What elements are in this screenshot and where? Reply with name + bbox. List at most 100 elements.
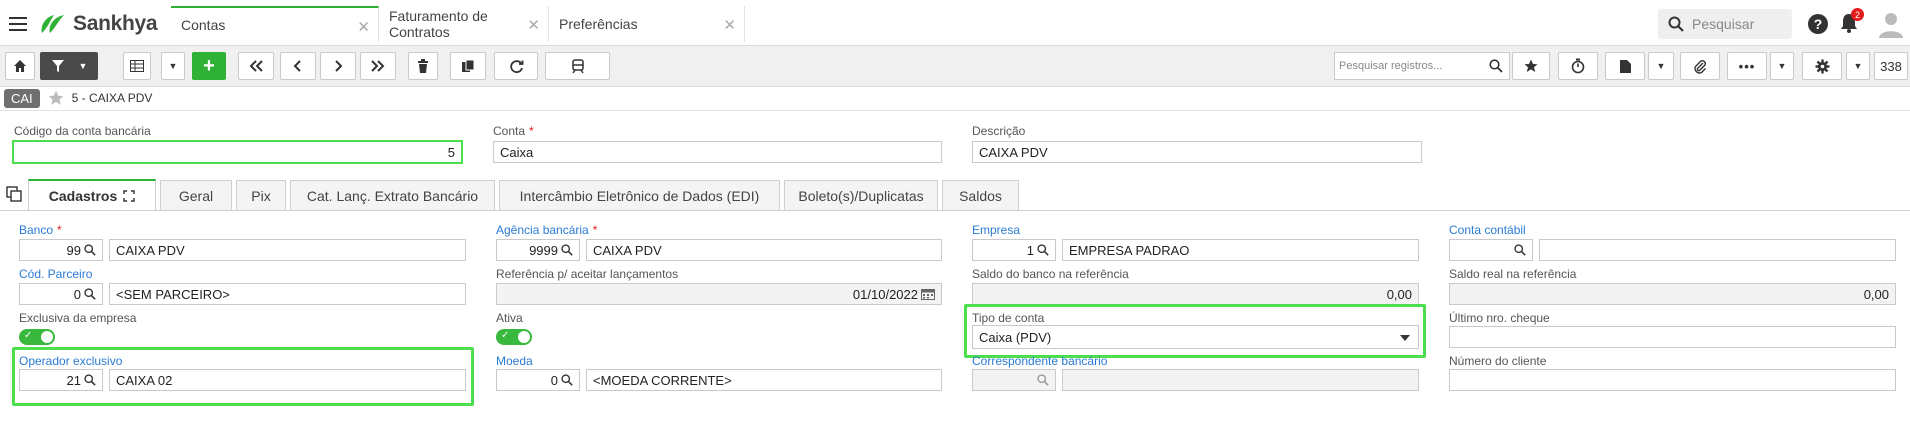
parceiro-code-input[interactable]: 0 [19,283,103,305]
prev-record-button[interactable] [280,52,316,80]
duplicate-button[interactable] [450,52,486,80]
tab-edi[interactable]: Intercâmbio Eletrônico de Dados (EDI) [499,180,780,210]
search-icon[interactable] [84,244,96,256]
tab-faturamento[interactable]: Faturamento de Contratos ✕ [379,6,549,42]
toolbar: ▼ ▼ + Pesquisar registros... ▼ ••• ▼ ▼ 3… [0,45,1910,87]
add-button[interactable]: + [192,52,226,80]
avatar[interactable] [1876,9,1906,39]
search-icon[interactable] [1037,244,1049,256]
conta-contabil-label[interactable]: Conta contábil [1449,223,1526,237]
close-icon[interactable]: ✕ [723,16,736,34]
parceiro-code: 0 [73,286,81,302]
grid-view-dropdown[interactable]: ▼ [161,52,185,80]
referencia-date-input[interactable]: 01/10/2022 [496,283,942,305]
agencia-code-input[interactable]: 9999 [496,239,580,261]
tab-saldos[interactable]: Saldos [942,180,1019,210]
settings-button[interactable] [1802,52,1842,80]
descricao-input[interactable]: CAIXA PDV [972,141,1422,163]
conta-input[interactable]: Caixa [493,141,942,163]
expand-icon[interactable] [123,190,135,202]
grid-icon [130,60,144,72]
descricao-value: CAIXA PDV [979,144,1048,160]
operador-label[interactable]: Operador exclusivo [19,354,122,368]
first-record-button[interactable] [238,52,274,80]
tab-contas[interactable]: Contas ✕ [171,6,379,42]
next-record-button[interactable] [320,52,356,80]
more-button[interactable]: ••• [1727,52,1767,80]
caret-down-icon: ▼ [1656,61,1666,71]
correspondente-label[interactable]: Correspondente bancário [972,354,1107,368]
tab-boletos[interactable]: Boleto(s)/Duplicatas [784,180,938,210]
attach-button[interactable] [1680,52,1720,80]
tab-pix[interactable]: Pix [236,180,286,210]
caret-down-icon: ▼ [168,61,178,71]
agencia-name: CAIXA PDV [593,242,662,258]
home-button[interactable] [5,52,35,80]
star-icon[interactable] [48,90,64,106]
calendar-icon[interactable] [921,288,935,300]
exclusiva-toggle[interactable]: ✓ [19,329,55,345]
search-icon[interactable] [1514,244,1526,256]
tab-cadastros[interactable]: Cadastros [28,179,156,211]
operador-name-input[interactable]: CAIXA 02 [109,369,466,391]
close-icon[interactable]: ✕ [357,18,370,36]
menu-icon[interactable] [0,6,36,42]
more-icon: ••• [1738,58,1756,74]
search-icon[interactable] [561,374,573,386]
banco-name-input[interactable]: CAIXA PDV [109,239,466,261]
ultimo-cheque-input[interactable] [1449,326,1896,348]
record-search-input[interactable]: Pesquisar registros... [1334,52,1510,80]
banco-code-input[interactable]: 99 [19,239,103,261]
tipo-conta-select[interactable]: Caixa (PDV) [972,325,1419,349]
settings-dropdown[interactable]: ▼ [1846,52,1870,80]
delete-button[interactable] [408,52,438,80]
train-button[interactable] [545,52,610,80]
export-dropdown[interactable]: ▼ [1648,52,1674,80]
empresa-code: 1 [1026,242,1034,258]
moeda-name-input[interactable]: <MOEDA CORRENTE> [586,369,942,391]
refresh-button[interactable] [494,52,538,80]
search-icon[interactable] [561,244,573,256]
parceiro-name-input[interactable]: <SEM PARCEIRO> [109,283,466,305]
notifications-button[interactable]: 2 [1838,8,1864,36]
empresa-name-input[interactable]: EMPRESA PADRAO [1062,239,1419,261]
agencia-label[interactable]: Agência bancária * [496,223,597,237]
empresa-label[interactable]: Empresa [972,223,1020,237]
tab-geral[interactable]: Geral [160,180,232,210]
saldo-banco-label: Saldo do banco na referência [972,267,1129,281]
global-search[interactable]: Pesquisar [1658,9,1792,39]
search-icon[interactable] [84,288,96,300]
export-button[interactable] [1605,52,1645,80]
caret-down-icon: ▼ [1853,61,1863,71]
tab-preferencias[interactable]: Preferências ✕ [549,6,745,42]
empresa-code-input[interactable]: 1 [972,239,1056,261]
agencia-name-input[interactable]: CAIXA PDV [586,239,942,261]
chevron-right-icon [335,60,343,72]
filter-button[interactable]: ▼ [40,52,98,80]
codigo-input[interactable]: 5 [12,140,463,164]
conta-contabil-code-input[interactable] [1449,239,1533,261]
required-mark: * [57,223,62,237]
chevron-left-icon [293,60,301,72]
conta-contabil-name-input[interactable] [1539,239,1896,261]
moeda-label[interactable]: Moeda [496,354,533,368]
help-icon[interactable]: ? [1808,14,1828,34]
ativa-toggle[interactable]: ✓ [496,329,532,345]
sankhya-logo: Sankhya [36,6,171,42]
close-icon[interactable]: ✕ [527,16,540,34]
breadcrumb: CAI 5 - CAIXA PDV [4,88,152,108]
grid-view-button[interactable] [123,52,151,80]
gear-icon [1815,59,1829,73]
numero-cliente-input[interactable] [1449,369,1896,391]
timer-button[interactable] [1558,52,1598,80]
last-record-button[interactable] [360,52,396,80]
banco-label[interactable]: Banco * [19,223,62,237]
tab-cat-lanc[interactable]: Cat. Lanç. Extrato Bancário [290,180,495,210]
moeda-code-input[interactable]: 0 [496,369,580,391]
favorite-button[interactable] [1512,52,1550,80]
operador-code-input[interactable]: 21 [19,369,103,391]
search-icon[interactable] [84,374,96,386]
more-dropdown[interactable]: ▼ [1770,52,1794,80]
parceiro-label[interactable]: Cód. Parceiro [19,267,92,281]
copy-tabs-icon[interactable] [6,186,22,202]
